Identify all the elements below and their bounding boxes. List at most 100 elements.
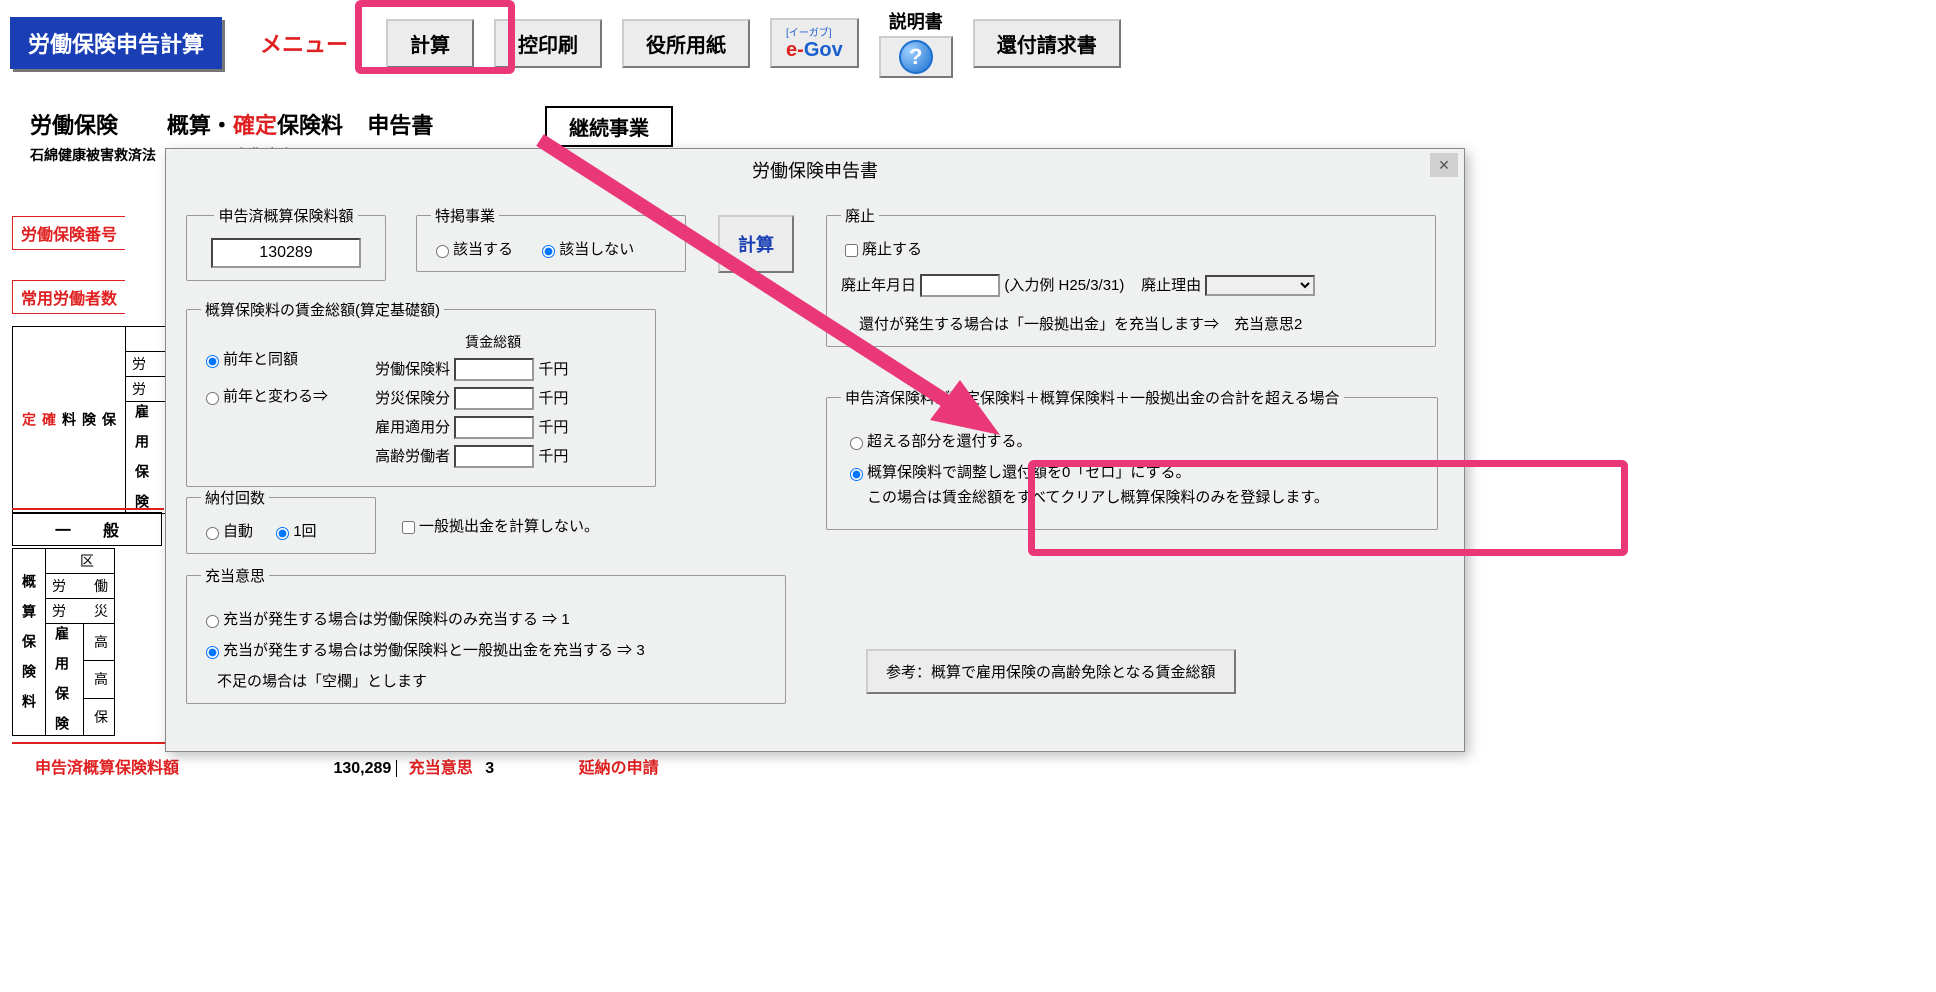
legend-noufu: 納付回数 [201,487,269,508]
exceed-o2-radio[interactable] [850,468,863,481]
vl-kakutei-a: 確定 [19,412,59,426]
bg-h1-a: 労働保険 [30,113,118,138]
gaisan-diff-label[interactable]: 前年と変わる⇒ [201,385,371,406]
help-button[interactable]: ? [879,36,953,78]
egov-g: Gov [804,39,843,61]
fieldset-allocation-intent: 充当意思 充当が発生する場合は労働保険料のみ充当する ⇒ 1 充当が発生する場合… [186,565,786,704]
egov-button[interactable]: [イーガブ] e-Gov [770,18,859,68]
bg-table-gaisan: 概 算 保 険 料 区 労 働 労 災 雇 用 保 険高 高 保 [12,548,115,736]
exceed-o1-radio[interactable] [850,437,863,450]
fieldset-abolish: 廃止 廃止する 廃止年月日 (入力例 H25/3/31) 廃止理由 還付が発生す… [826,205,1436,347]
bg-kubun-2: 区 [46,549,115,574]
wage-r2-input[interactable] [454,387,534,410]
bg-rou-4: 労 [52,603,66,619]
office-paper-button[interactable]: 役所用紙 [622,19,750,68]
wage-r3-input[interactable] [454,416,534,439]
help-label: 説明書 [889,8,943,34]
dialog-title: 労働保険申告書 [752,161,878,181]
fieldset-payment-count: 納付回数 自動 1回 [186,487,376,554]
bg-footer-row: 申告済概算保険料額 130,289 充当意思 3 延納の申請 [35,754,659,778]
bg-h1-b2: 確定 [233,113,277,138]
special-yes-label[interactable]: 該当する [431,241,513,258]
top-toolbar: 労働保険申告計算 メニュー 計算 控印刷 役所用紙 [イーガブ] e-Gov 説… [10,8,1121,78]
noufu-one-label[interactable]: 1回 [271,523,316,540]
bg-h1-b1: 概算・ [167,113,233,138]
wage-r2-lbl: 労災保険分 [375,390,450,407]
noufu-auto-label[interactable]: 自動 [201,523,253,540]
haishi-checkbox[interactable] [845,244,858,257]
dialog-body: 申告済概算保険料額 特掲事業 該当する 該当しない 計算 概算保険料の賃金総額(… [166,191,1464,751]
wage-r4-unit: 千円 [538,448,568,465]
legend-juto: 充当意思 [201,565,269,586]
wage-r3-lbl: 雇用適用分 [375,419,450,436]
ippan-skip-label[interactable]: 一般拠出金を計算しない。 [398,515,599,537]
question-icon: ? [899,40,933,74]
noufu-one-radio[interactable] [276,527,289,540]
egov-e: e- [786,39,804,61]
bg-rou-3: 労 [52,578,66,594]
declared-amount-input[interactable] [211,238,361,268]
bg-h1-c: 申告書 [367,113,433,138]
legend-special: 特掲事業 [431,205,499,226]
calc-button[interactable]: 計算 [386,19,474,68]
wage-r1-lbl: 労働保険料 [375,361,450,378]
fieldset-declared-amount: 申告済概算保険料額 [186,205,386,281]
exceed-o1-label[interactable]: 超える部分を還付する。 [845,433,1032,450]
egov-subtitle: [イーガブ] [786,24,843,39]
juto-o1-label[interactable]: 充当が発生する場合は労働保険料のみ充当する ⇒ 1 [201,611,570,628]
bg-ippan-row: 一 般 [12,512,162,546]
bg-foot-num: 130,289 [183,760,391,777]
haishi-date-hint: (入力例 H25/3/31) [1004,277,1124,294]
legend-haishi: 廃止 [841,205,879,226]
haishi-note: 還付が発生する場合は「一般拠出金」を充当します⇒ 充当意思2 [841,313,1421,334]
juto-note: 不足の場合は「空欄」とします [217,670,771,691]
refund-request-button[interactable]: 還付請求書 [973,19,1121,68]
juto-o2-radio[interactable] [206,646,219,659]
bg-foot-c1: 充当意思 [396,760,473,777]
exceed-o2-label[interactable]: 概算保険料で調整し還付額を0「ゼロ」にする。 [845,464,1191,481]
bg-sya-2: 災 [94,603,108,619]
wage-r1-input[interactable] [454,358,534,381]
ippan-skip-checkbox[interactable] [402,521,415,534]
gaisan-same-label[interactable]: 前年と同額 [201,348,371,369]
bg-div-red [12,508,164,510]
dialog-title-bar: 労働保険申告書 ✕ [166,149,1464,191]
wage-r4-input[interactable] [454,445,534,468]
wage-head: 賃金総額 [375,332,568,352]
legend-exceed: 申告済保険料が確定保険料＋概算保険料＋一般拠出金の合計を超える場合 [841,387,1344,408]
fieldset-estimated-wages: 概算保険料の賃金総額(算定基礎額) 前年と同額 前年と変わる⇒ 賃金総額 労働保… [186,299,656,487]
declaration-dialog: 労働保険申告書 ✕ 申告済概算保険料額 特掲事業 該当する 該当しない 計算 概… [165,148,1465,752]
legend-gaisan: 概算保険料の賃金総額(算定基礎額) [201,299,444,320]
bg-sub-a: 石綿健康被害救済法 [30,147,156,163]
juto-o2-label[interactable]: 充当が発生する場合は労働保険料と一般拠出金を充当する ⇒ 3 [201,642,645,659]
menu-link[interactable]: メニュー [242,27,366,59]
bg-box-continued: 継続事業 [545,106,673,147]
wage-r1-unit: 千円 [538,361,568,378]
bg-rou-1: 労 [132,356,146,372]
vl-koyohoken-2: 雇 用 保 険 [52,626,72,730]
special-no-radio[interactable] [542,245,555,258]
help-group: 説明書 ? [879,8,953,78]
dialog-close-button[interactable]: ✕ [1430,153,1458,177]
special-no-label[interactable]: 該当しない [537,241,634,258]
bg-lbl-insurance-number: 労働保険番号 [12,216,125,250]
bg-foot-c1v: 3 [477,760,494,777]
haishi-reason-select[interactable] [1205,275,1315,296]
special-yes-radio[interactable] [436,245,449,258]
juto-o1-radio[interactable] [206,615,219,628]
wage-r3-unit: 千円 [538,419,568,436]
fieldset-exceed-case: 申告済保険料が確定保険料＋概算保険料＋一般拠出金の合計を超える場合 超える部分を… [826,387,1438,530]
app-title-badge: 労働保険申告計算 [10,17,222,69]
haishi-date-input[interactable] [920,274,1000,297]
vl-kakutei-b: 保険料 [59,412,119,426]
noufu-auto-radio[interactable] [206,527,219,540]
fieldset-special-project: 特掲事業 該当する 該当しない [416,205,686,272]
dialog-calc-button[interactable]: 計算 [718,215,794,273]
haishi-chk-label[interactable]: 廃止する [841,241,922,258]
print-button[interactable]: 控印刷 [494,19,602,68]
gaisan-diff-radio[interactable] [206,392,219,405]
legend-declared: 申告済概算保険料額 [214,205,357,226]
reference-button[interactable]: 参考：概算で雇用保険の高齢免除となる賃金総額 [866,649,1236,694]
bg-foot-c2: 延納の申請 [499,760,659,777]
gaisan-same-radio[interactable] [206,355,219,368]
